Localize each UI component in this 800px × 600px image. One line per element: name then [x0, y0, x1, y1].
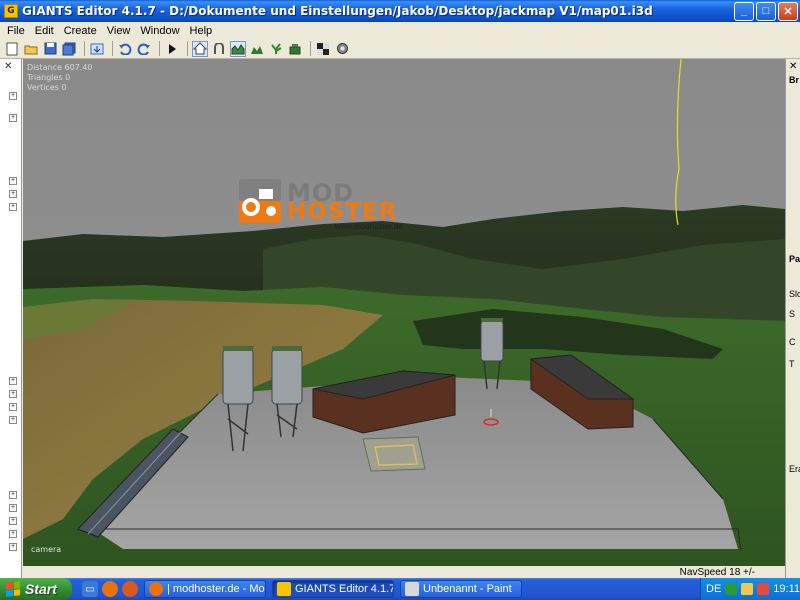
tree-expander[interactable]: + — [9, 543, 17, 551]
network-icon[interactable] — [725, 583, 738, 595]
toolbar-separator — [187, 41, 188, 56]
vertices-readout: Vertices 0 — [27, 83, 67, 92]
start-label: Start — [25, 581, 57, 597]
save-icon[interactable] — [42, 41, 58, 57]
tree-expander[interactable]: + — [9, 190, 17, 198]
taskbar: Start ▭ | modhoster.de - Moz... GIANTS E… — [0, 578, 800, 600]
tree-expander[interactable]: + — [9, 203, 17, 211]
start-button[interactable]: Start — [0, 578, 72, 600]
windows-logo-icon — [6, 581, 20, 597]
tree-expander[interactable]: + — [9, 92, 17, 100]
media-player-icon[interactable] — [122, 581, 138, 597]
task-button-paint[interactable]: Unbenannt - Paint — [400, 580, 522, 598]
firefox-icon[interactable] — [102, 581, 118, 597]
clock[interactable]: 19:11 — [773, 583, 800, 595]
redo-icon[interactable] — [136, 41, 152, 57]
terrain-paint-icon[interactable] — [249, 41, 265, 57]
show-desktop-icon[interactable]: ▭ — [82, 581, 98, 597]
tree-expander[interactable]: + — [9, 114, 17, 122]
terrain-icon[interactable] — [230, 40, 246, 57]
task-label: | modhoster.de - Moz... — [167, 583, 265, 595]
panel-label-t: T — [789, 359, 795, 369]
snap-icon[interactable] — [211, 41, 227, 57]
navspeed-readout: NavSpeed 18 +/- — [679, 567, 755, 578]
home-icon[interactable] — [192, 40, 208, 57]
menu-window[interactable]: Window — [135, 25, 184, 37]
giants-app-icon[interactable]: G — [4, 4, 18, 18]
tree-expander[interactable]: + — [9, 177, 17, 185]
new-icon[interactable] — [4, 41, 20, 57]
3d-viewport[interactable]: Distance 607.40 Triangles 0 Vertices 0 M… — [23, 59, 785, 566]
menu-view[interactable]: View — [102, 25, 136, 37]
tree-expander[interactable]: + — [9, 517, 17, 525]
maximize-button[interactable]: □ — [756, 1, 776, 21]
task-button-giants-editor[interactable]: GIANTS Editor 4.1.7 -... — [272, 580, 394, 598]
close-icon[interactable]: ✕ — [789, 61, 797, 72]
close-button[interactable]: ✕ — [778, 1, 798, 21]
paint-icon — [405, 582, 419, 596]
open-icon[interactable] — [23, 41, 39, 57]
undo-icon[interactable] — [117, 41, 133, 57]
import-icon[interactable] — [89, 41, 105, 57]
menu-help[interactable]: Help — [185, 25, 218, 37]
panel-heading-pa: Pa — [789, 254, 800, 264]
scenegraph-panel[interactable]: ✕ + + + + + + + + + + + + + + — [0, 59, 22, 580]
play-icon[interactable] — [164, 41, 180, 57]
task-label: GIANTS Editor 4.1.7 -... — [295, 583, 394, 595]
tree-expander[interactable]: + — [9, 403, 17, 411]
task-label: Unbenannt - Paint — [423, 583, 512, 595]
panel-label-era: Era — [789, 464, 800, 474]
tractor-logo-icon — [239, 179, 281, 223]
toolbar-separator — [112, 41, 113, 56]
menu-create[interactable]: Create — [59, 25, 102, 37]
toolbar-separator — [310, 41, 311, 56]
triangles-readout: Triangles 0 — [27, 73, 71, 82]
menu-bar: File Edit Create View Window Help — [0, 22, 800, 39]
foliage-icon[interactable] — [268, 41, 284, 57]
camera-label: camera — [31, 545, 62, 554]
tree-expander[interactable]: + — [9, 504, 17, 512]
save-all-icon[interactable] — [61, 41, 77, 57]
panel-label-s: S — [789, 309, 796, 319]
panel-heading-br: Br — [789, 75, 800, 85]
checker-icon[interactable] — [315, 41, 331, 57]
firefox-icon — [149, 582, 163, 596]
task-button-firefox[interactable]: | modhoster.de - Moz... — [144, 580, 266, 598]
attributes-panel[interactable]: ✕ Br Pa Slo S C T Era — [785, 59, 800, 580]
system-tray: DE 19:11 — [700, 578, 800, 600]
modhoster-watermark: MOD HOSTER www.modhoster.de — [235, 177, 405, 237]
panel-label-c: C — [789, 337, 796, 347]
language-indicator[interactable]: DE — [706, 583, 721, 595]
minimize-button[interactable]: _ — [734, 1, 754, 21]
window-title: GIANTS Editor 4.1.7 - D:/Dokumente und E… — [22, 4, 653, 18]
tree-expander[interactable]: + — [9, 416, 17, 424]
close-icon[interactable]: ✕ — [4, 61, 12, 72]
terrain-scene — [23, 59, 785, 566]
toolbar — [0, 39, 800, 59]
tree-expander[interactable]: + — [9, 377, 17, 385]
toolbar-separator — [84, 41, 85, 56]
title-bar[interactable]: G GIANTS Editor 4.1.7 - D:/Dokumente und… — [0, 0, 800, 22]
quick-launch: ▭ — [82, 581, 138, 597]
panel-label-slo: Slo — [789, 289, 800, 299]
menu-file[interactable]: File — [2, 25, 30, 37]
security-alert-icon[interactable] — [757, 583, 770, 595]
giants-app-icon — [277, 582, 291, 596]
watermark-url: www.modhoster.de — [335, 222, 403, 231]
object-paint-icon[interactable] — [287, 41, 303, 57]
tree-expander[interactable]: + — [9, 530, 17, 538]
toolbar-separator — [159, 41, 160, 56]
tree-expander[interactable]: + — [9, 491, 17, 499]
tree-expander[interactable]: + — [9, 390, 17, 398]
volume-icon[interactable] — [741, 583, 754, 595]
distance-readout: Distance 607.40 — [27, 63, 93, 72]
menu-edit[interactable]: Edit — [30, 25, 59, 37]
viewport-stats: Distance 607.40 Triangles 0 Vertices 0 — [27, 63, 93, 93]
settings-icon[interactable] — [334, 41, 350, 57]
